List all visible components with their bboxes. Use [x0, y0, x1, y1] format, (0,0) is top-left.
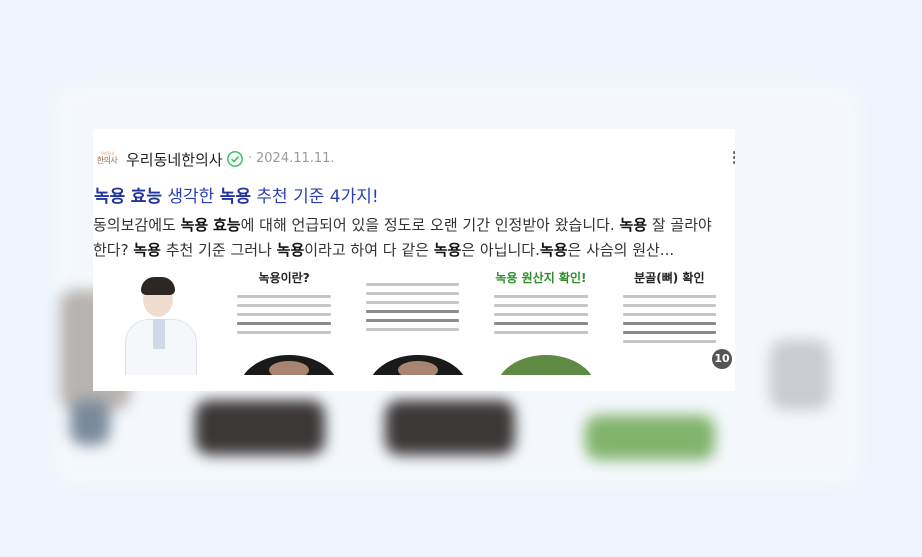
blog-logo[interactable]: 우리동네 한의사 — [95, 151, 119, 173]
thumbnail-text-lines — [237, 295, 331, 340]
background-image-2 — [195, 400, 325, 455]
thumbnail-product-image — [239, 355, 340, 375]
blog-logo-text: 한의사 — [96, 156, 118, 165]
snippet-text: 은 사슴의 원산... — [567, 241, 675, 259]
snippet-text: 이라고 하여 다 같은 — [304, 241, 434, 259]
thumbnail-heading: 분골(뼈) 확인 — [634, 271, 705, 285]
snippet-keyword: 녹용 — [433, 241, 462, 259]
background-image-5 — [770, 340, 830, 410]
thumbnail-doctor-photo[interactable] — [93, 267, 222, 375]
background-image-3 — [385, 400, 515, 455]
thumbnail-4[interactable]: 녹용 원산지 확인! — [478, 267, 607, 375]
post-header: 우리동네 한의사 우리동네한의사 · 2024.11.11. — [93, 143, 735, 175]
background-image-6 — [70, 400, 110, 445]
thumbnail-field-image — [496, 355, 597, 375]
title-text: 추천 기준 4가지! — [250, 187, 379, 207]
snippet-text: 은 아닙니다. — [461, 241, 540, 259]
snippet-keyword: 녹용 — [276, 241, 305, 259]
title-keyword: 효능 — [130, 187, 162, 207]
thumbnail-text-lines — [365, 283, 460, 337]
more-vertical-icon[interactable] — [729, 151, 735, 171]
thumbnail-text-lines — [494, 295, 588, 340]
thumbnail-3[interactable] — [349, 267, 479, 375]
thumbnail-strip[interactable]: 녹용이란? 녹용 원산지 확인! 분골(뼈) 확인 — [93, 267, 735, 375]
snippet-keyword: 녹용 — [180, 216, 209, 234]
background-image-4 — [585, 415, 715, 460]
snippet-text: 에 대해 언급되어 있을 정도로 오랜 기간 인정받아 왔습니다. — [240, 216, 620, 234]
title-keyword: 녹용 — [94, 187, 126, 207]
thumbnail-heading: 녹용 원산지 확인! — [495, 271, 587, 285]
doctor-photo — [119, 275, 199, 375]
separator-dot: · — [248, 151, 253, 166]
image-count-badge: 10 — [712, 349, 732, 369]
snippet-text: 동의보감에도 — [93, 216, 181, 234]
post-date: 2024.11.11. — [256, 151, 335, 166]
verified-check-icon — [227, 151, 243, 167]
snippet-text: 추천 기준 그러나 — [160, 241, 277, 259]
snippet-keyword: 효능 — [212, 216, 241, 234]
thumbnail-2[interactable]: 녹용이란? — [221, 267, 350, 375]
title-keyword: 녹용 — [219, 187, 251, 207]
title-text: 생각한 — [161, 187, 220, 207]
snippet-keyword: 녹용 — [539, 241, 568, 259]
post-snippet[interactable]: 동의보감에도 녹용 효능에 대해 언급되어 있을 정도로 오랜 기간 인정받아 … — [93, 213, 729, 263]
blog-post-card[interactable]: 우리동네 한의사 우리동네한의사 · 2024.11.11. 녹용 효능 생각한… — [93, 129, 735, 391]
thumbnail-text-lines — [622, 295, 717, 349]
thumbnail-product-image — [367, 355, 468, 375]
snippet-keyword: 녹용 — [133, 241, 161, 259]
snippet-keyword: 녹용 — [619, 216, 648, 234]
thumbnail-heading: 녹용이란? — [258, 271, 310, 285]
post-title[interactable]: 녹용 효능 생각한 녹용 추천 기준 4가지! — [94, 182, 734, 207]
blog-name[interactable]: 우리동네한의사 — [126, 149, 223, 170]
